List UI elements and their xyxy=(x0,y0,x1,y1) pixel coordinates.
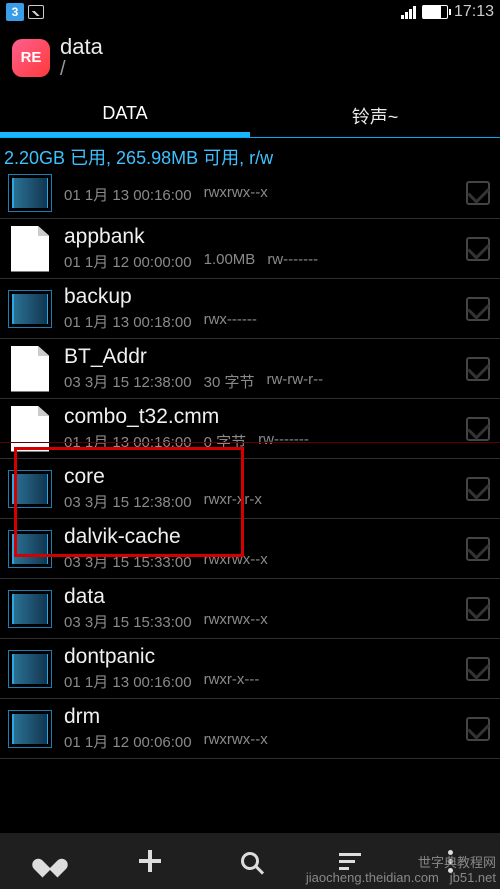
item-meta: 01 1月 13 00:16:00rwxrwx--x xyxy=(64,184,454,205)
item-checkbox[interactable] xyxy=(466,417,490,441)
notification-count-badge: 3 xyxy=(6,3,24,21)
item-name: backup xyxy=(64,285,454,309)
list-item[interactable]: dalvik-cache03 3月 15 15:33:00rwxrwx--x xyxy=(0,519,500,579)
folder-icon xyxy=(8,650,52,688)
battery-icon xyxy=(422,5,448,19)
file-icon xyxy=(11,226,49,272)
item-name: dontpanic xyxy=(64,645,454,669)
file-icon xyxy=(11,346,49,392)
folder-icon xyxy=(8,590,52,628)
item-name: data xyxy=(64,585,454,609)
plus-icon xyxy=(139,850,161,872)
sort-icon xyxy=(339,853,361,870)
item-checkbox[interactable] xyxy=(466,297,490,321)
gallery-notification-icon xyxy=(28,5,44,19)
tab-data[interactable]: DATA xyxy=(0,93,250,137)
heart-icon xyxy=(39,851,61,871)
list-item[interactable]: BT_Addr03 3月 15 12:38:0030 字节rw-rw-r-- xyxy=(0,339,500,399)
file-list: 01 1月 13 00:16:00rwxrwx--xappbank01 1月 1… xyxy=(0,174,500,812)
item-checkbox[interactable] xyxy=(466,477,490,501)
item-meta: 03 3月 15 12:38:00rwxr-xr-x xyxy=(64,491,454,512)
item-meta: 01 1月 13 00:18:00rwx------ xyxy=(64,311,454,332)
tab-ringtones[interactable]: 铃声~ xyxy=(250,93,500,137)
item-checkbox[interactable] xyxy=(466,357,490,381)
item-meta: 01 1月 13 00:16:00rwxr-x--- xyxy=(64,671,454,692)
item-name: appbank xyxy=(64,225,454,249)
item-meta: 03 3月 15 12:38:0030 字节rw-rw-r-- xyxy=(64,371,454,392)
app-icon: RE xyxy=(12,39,50,77)
item-name: dalvik-cache xyxy=(64,525,454,549)
header-path: / xyxy=(60,58,103,81)
item-name: BT_Addr xyxy=(64,345,454,369)
item-meta: 03 3月 15 15:33:00rwxrwx--x xyxy=(64,611,454,632)
item-name: drm xyxy=(64,705,454,729)
list-item[interactable]: core03 3月 15 12:38:00rwxr-xr-x xyxy=(0,459,500,519)
item-name: combo_t32.cmm xyxy=(64,405,454,429)
storage-summary: 2.20GB 已用, 265.98MB 可用, r/w xyxy=(0,138,500,174)
item-checkbox[interactable] xyxy=(466,717,490,741)
list-item[interactable]: data03 3月 15 15:33:00rwxrwx--x xyxy=(0,579,500,639)
item-meta: 01 1月 13 00:16:000 字节rw------- xyxy=(64,431,454,452)
clock: 17:13 xyxy=(454,3,494,21)
search-button[interactable] xyxy=(200,833,300,889)
bottom-toolbar xyxy=(0,833,500,889)
list-item[interactable]: dontpanic01 1月 13 00:16:00rwxr-x--- xyxy=(0,639,500,699)
folder-icon xyxy=(8,470,52,508)
file-icon xyxy=(11,406,49,452)
folder-icon xyxy=(8,174,52,212)
tab-bar: DATA 铃声~ xyxy=(0,93,500,138)
list-item[interactable]: backup01 1月 13 00:18:00rwx------ xyxy=(0,279,500,339)
folder-icon xyxy=(8,530,52,568)
sort-button[interactable] xyxy=(300,833,400,889)
search-icon xyxy=(241,852,259,870)
header-title: data xyxy=(60,34,103,60)
item-meta: 01 1月 12 00:06:00rwxrwx--x xyxy=(64,731,454,752)
list-item[interactable]: 01 1月 13 00:16:00rwxrwx--x xyxy=(0,174,500,219)
status-bar: 3 17:13 xyxy=(0,0,500,24)
item-checkbox[interactable] xyxy=(466,657,490,681)
item-checkbox[interactable] xyxy=(466,537,490,561)
item-checkbox[interactable] xyxy=(466,597,490,621)
folder-icon xyxy=(8,290,52,328)
list-item[interactable]: appbank01 1月 12 00:00:001.00MBrw------- xyxy=(0,219,500,279)
item-meta: 03 3月 15 15:33:00rwxrwx--x xyxy=(64,551,454,572)
item-meta: 01 1月 12 00:00:001.00MBrw------- xyxy=(64,251,454,272)
menu-button[interactable] xyxy=(400,833,500,889)
item-checkbox[interactable] xyxy=(466,237,490,261)
folder-icon xyxy=(8,710,52,748)
list-item[interactable]: drm01 1月 12 00:06:00rwxrwx--x xyxy=(0,699,500,759)
signal-icon xyxy=(401,6,416,19)
favorites-button[interactable] xyxy=(0,833,100,889)
app-header[interactable]: RE data / xyxy=(0,24,500,93)
list-item[interactable]: combo_t32.cmm01 1月 13 00:16:000 字节rw----… xyxy=(0,399,500,459)
item-checkbox[interactable] xyxy=(466,181,490,205)
add-button[interactable] xyxy=(100,833,200,889)
item-name: core xyxy=(64,465,454,489)
menu-icon xyxy=(448,850,453,873)
